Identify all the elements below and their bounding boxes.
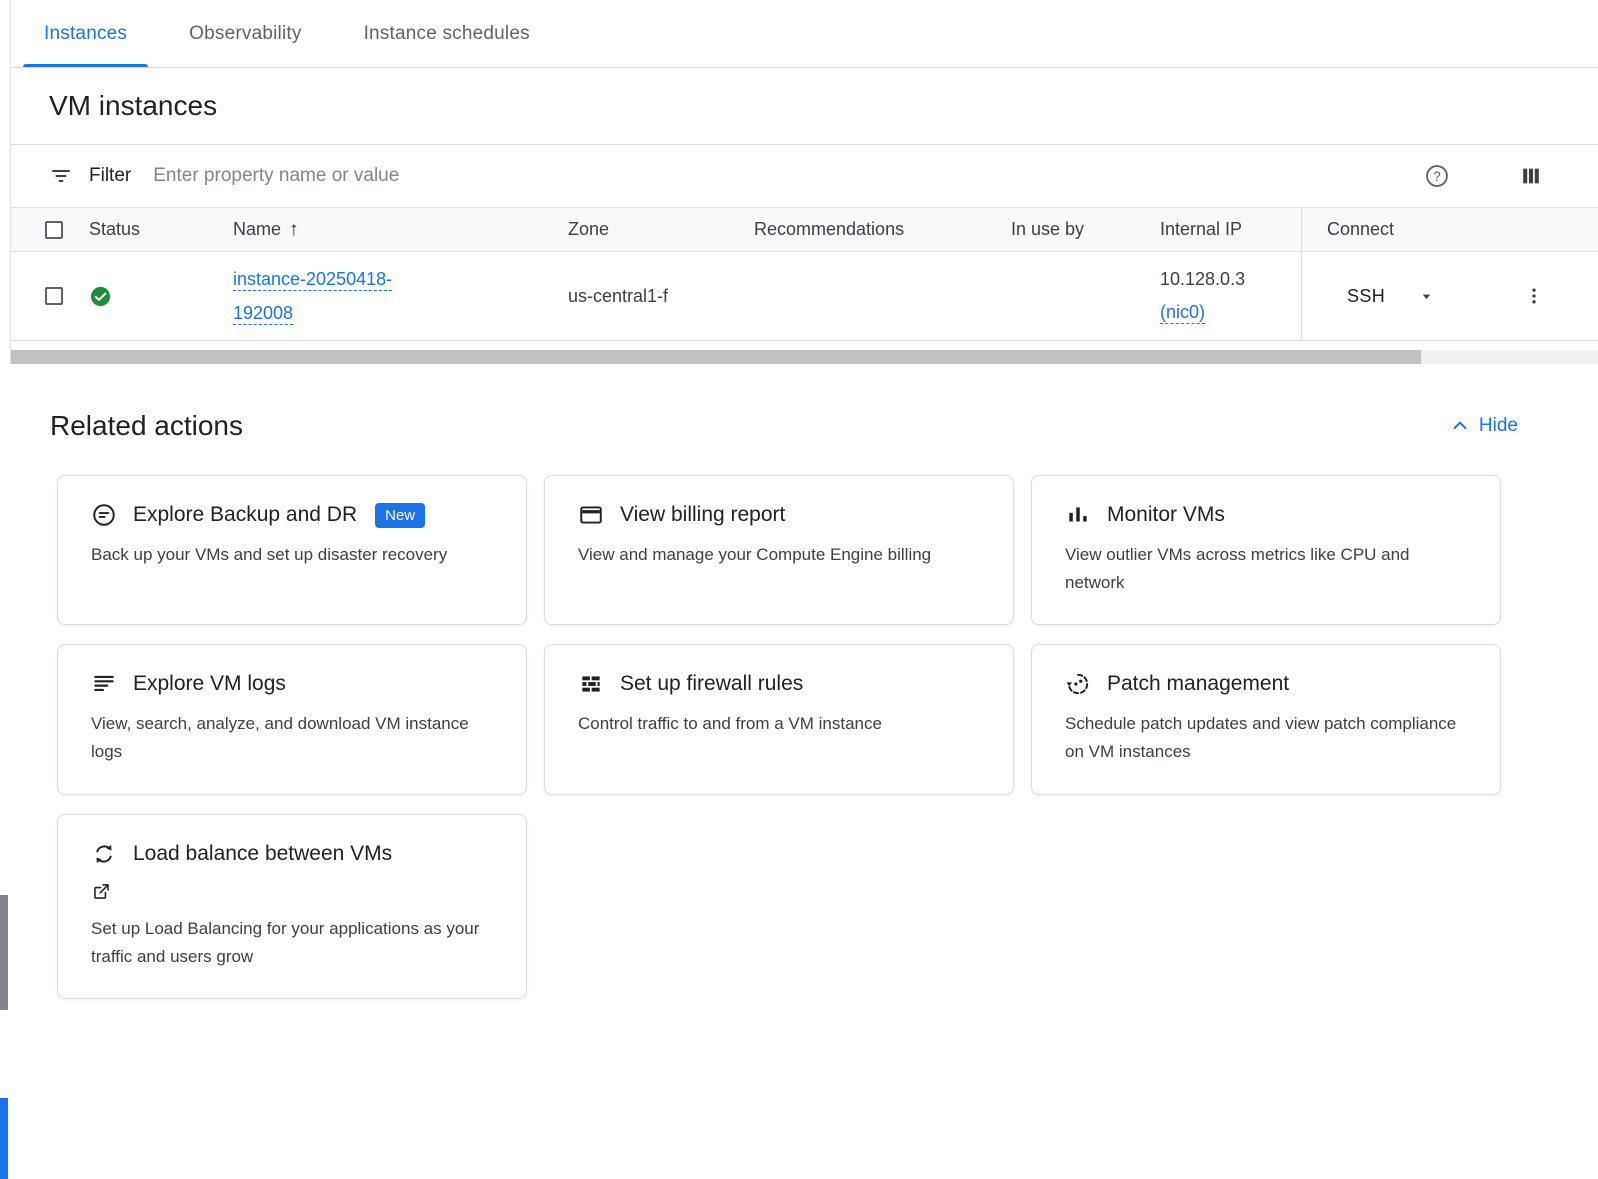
billing-icon [578,502,604,528]
row-checkbox[interactable] [45,287,63,305]
card-explore-vm-logs[interactable]: Explore VM logs View, search, analyze, a… [57,644,527,794]
tab-bar: Instances Observability Instance schedul… [11,0,1598,68]
card-view-billing-report[interactable]: View billing report View and manage your… [544,475,1014,625]
card-explore-backup-and-dr[interactable]: Explore Backup and DR New Back up your V… [57,475,527,625]
card-description: Back up your VMs and set up disaster rec… [91,541,491,569]
header-zone[interactable]: Zone [568,219,754,240]
card-title: Set up firewall rules [620,672,803,696]
filter-input[interactable] [153,165,1420,187]
card-description: Schedule patch updates and view patch co… [1065,710,1465,765]
internal-ip-value: 10.128.0.3 [1160,269,1245,289]
card-title: Load balance between VMs [133,842,392,866]
hide-related-actions-button[interactable]: Hide [1450,415,1518,437]
tab-instances[interactable]: Instances [13,0,158,67]
card-description: View outlier VMs across metrics like CPU… [1065,541,1465,596]
help-button[interactable]: ? [1420,159,1454,193]
card-title: Explore VM logs [133,672,286,696]
header-status[interactable]: Status [89,219,233,240]
help-icon: ? [1424,163,1450,189]
card-patch-management[interactable]: Patch management Schedule patch updates … [1031,644,1501,794]
hide-label: Hide [1479,415,1518,437]
sort-ascending-icon: ↑ [289,219,299,241]
status-ok-icon [89,285,112,308]
kebab-menu-icon [1524,286,1544,306]
related-actions-header: Related actions Hide [50,410,1518,442]
tab-observability[interactable]: Observability [158,0,332,67]
vm-logs-icon [91,671,117,697]
backup-dr-icon [91,502,117,528]
column-display-button[interactable] [1516,161,1546,191]
header-in-use-by[interactable]: In use by [1011,219,1160,240]
instance-name-link[interactable]: instance-20250418-192008 [233,262,448,330]
tab-instance-schedules[interactable]: Instance schedules [333,0,561,67]
load-balance-icon [91,841,117,867]
chevron-up-icon [1450,416,1470,436]
status-cell [89,285,233,308]
horizontal-scrollbar-thumb[interactable] [11,350,1421,364]
left-edge-blue-bar [0,1098,8,1179]
card-title: View billing report [620,503,785,527]
svg-text:?: ? [1433,169,1441,184]
select-all-cell [11,221,89,239]
card-description: Control traffic to and from a VM instanc… [578,710,978,738]
card-title: Patch management [1107,672,1289,696]
row-actions-menu-button[interactable] [1520,282,1548,310]
internal-ip-cell: 10.128.0.3 (nic0) [1160,263,1301,330]
header-recommendations[interactable]: Recommendations [754,219,1011,240]
external-link-icon [91,881,112,902]
related-actions-grid: Explore Backup and DR New Back up your V… [57,475,1500,999]
header-connect: Connect [1301,208,1598,251]
filter-label: Filter [89,165,131,187]
card-set-up-firewall-rules[interactable]: Set up firewall rules Control traffic to… [544,644,1014,794]
name-cell: instance-20250418-192008 [233,262,568,330]
select-all-checkbox[interactable] [45,221,63,239]
page-title: VM instances [49,90,217,122]
ssh-dropdown-button[interactable] [1419,289,1434,304]
related-actions-title: Related actions [50,410,243,442]
tab-instances-label: Instances [44,23,127,45]
patch-management-icon [1065,671,1091,697]
table-row: instance-20250418-192008 us-central1-f 1… [11,252,1598,341]
title-row: VM instances [11,68,1598,145]
card-description: View and manage your Compute Engine bill… [578,541,978,569]
connect-cell: SSH [1301,252,1598,340]
card-load-balance-between-vms[interactable]: Load balance between VMs Set up Load Bal… [57,814,527,999]
row-select-cell [11,287,89,305]
filter-actions: ? [1420,159,1546,193]
filter-icon [49,164,73,188]
columns-icon [1520,165,1542,187]
header-internal-ip[interactable]: Internal IP [1160,219,1301,240]
horizontal-scrollbar-track [11,350,1598,364]
firewall-icon [578,671,604,697]
filter-bar: Filter ? [11,145,1598,207]
header-name[interactable]: Name ↑ [233,219,568,241]
tab-instance-schedules-label: Instance schedules [364,23,530,45]
top-section: Instances Observability Instance schedul… [10,0,1598,364]
tab-observability-label: Observability [189,23,301,45]
ssh-button[interactable]: SSH [1347,286,1385,307]
table-header-row: Status Name ↑ Zone Recommendations In us… [11,208,1598,252]
monitor-vms-icon [1065,502,1091,528]
card-description: View, search, analyze, and download VM i… [91,710,491,765]
zone-cell: us-central1-f [568,286,754,307]
card-monitor-vms[interactable]: Monitor VMs View outlier VMs across metr… [1031,475,1501,625]
card-title: Monitor VMs [1107,503,1225,527]
card-description: Set up Load Balancing for your applicati… [91,915,491,970]
vm-instances-page: Instances Observability Instance schedul… [10,0,1598,999]
vm-instances-table: Status Name ↑ Zone Recommendations In us… [11,207,1598,341]
nic-link[interactable]: (nic0) [1160,302,1205,322]
new-badge: New [375,503,425,528]
card-title: Explore Backup and DR [133,503,357,527]
chevron-down-icon [1419,289,1434,304]
left-scrollbar-thumb[interactable] [0,895,8,1010]
